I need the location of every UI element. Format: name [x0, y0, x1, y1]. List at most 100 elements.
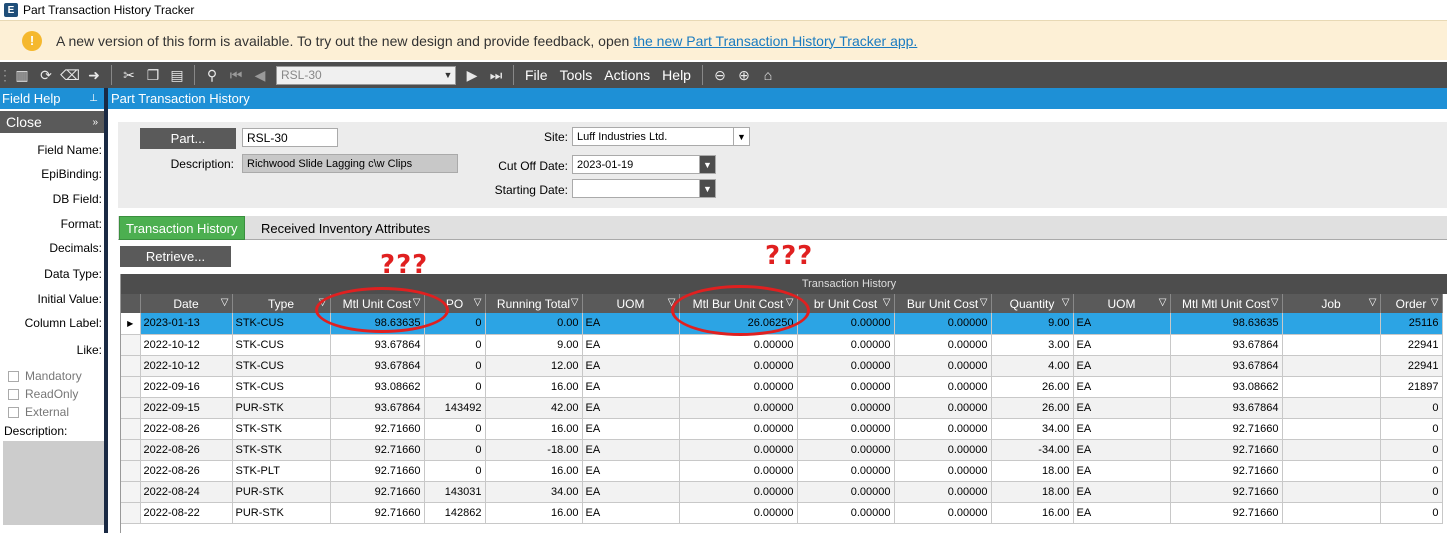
table-cell[interactable]: 0.00000 [679, 460, 798, 482]
column-header[interactable]: Order ▽ [1380, 294, 1443, 313]
table-cell[interactable]: 92.71660 [1170, 418, 1283, 440]
external-checkbox[interactable]: External [8, 405, 69, 419]
table-cell[interactable]: 0.00000 [894, 376, 992, 398]
table-cell[interactable]: 26.00 [991, 376, 1074, 398]
chevron-down-icon[interactable]: ▼ [733, 128, 749, 145]
table-cell[interactable]: 16.00 [485, 418, 583, 440]
table-row[interactable]: 2022-10-12 STK-CUS 93.67864 0 12.00 EA 0.00000… [121, 355, 1443, 377]
copy-icon[interactable]: ❐ [142, 64, 164, 86]
table-cell[interactable]: 16.00 [485, 460, 583, 482]
row-indicator[interactable]: ▶ [121, 313, 141, 335]
table-cell[interactable]: 0.00000 [797, 460, 895, 482]
table-cell[interactable]: EA [582, 502, 680, 524]
table-cell[interactable]: 0.00000 [679, 418, 798, 440]
last-record-icon[interactable]: ⏭ [485, 64, 507, 86]
table-cell[interactable]: 93.67864 [330, 334, 425, 356]
table-cell[interactable]: 92.71660 [330, 439, 425, 461]
table-cell[interactable]: 93.08662 [1170, 376, 1283, 398]
table-cell[interactable]: 42.00 [485, 397, 583, 419]
table-cell[interactable]: 2022-08-26 [140, 439, 233, 461]
table-cell[interactable]: 2022-08-22 [140, 502, 233, 524]
binoculars-icon[interactable]: ⚲ [201, 64, 223, 86]
table-cell[interactable]: -34.00 [991, 439, 1074, 461]
table-cell[interactable]: STK-CUS [232, 355, 331, 377]
table-cell[interactable] [1282, 313, 1381, 335]
previous-record-icon[interactable]: ◀ [249, 64, 271, 86]
table-cell[interactable]: 0.00 [485, 313, 583, 335]
table-row[interactable]: 2022-08-22 PUR-STK 92.71660 142862 16.00 EA 0.… [121, 502, 1443, 524]
table-cell[interactable]: 0 [1380, 481, 1443, 503]
table-cell[interactable]: 92.71660 [1170, 460, 1283, 482]
table-cell[interactable]: 25116 [1380, 313, 1443, 335]
table-cell[interactable]: STK-STK [232, 439, 331, 461]
table-cell[interactable]: 0.00000 [894, 418, 992, 440]
pin-icon[interactable]: ⊥ [89, 93, 98, 104]
table-cell[interactable] [1282, 376, 1381, 398]
table-cell[interactable]: 16.00 [485, 376, 583, 398]
table-cell[interactable]: 0.00000 [797, 355, 895, 377]
table-cell[interactable]: PUR-STK [232, 502, 331, 524]
table-cell[interactable] [1282, 460, 1381, 482]
table-cell[interactable]: 0 [1380, 439, 1443, 461]
table-cell[interactable]: 93.67864 [1170, 355, 1283, 377]
table-row[interactable]: 2022-08-24 PUR-STK 92.71660 143031 34.00 EA 0.… [121, 481, 1443, 503]
menu-file[interactable]: File [525, 67, 548, 83]
column-header[interactable]: Date ▽ [140, 294, 233, 313]
table-cell[interactable]: EA [1073, 460, 1171, 482]
table-cell[interactable] [1282, 502, 1381, 524]
filter-icon[interactable]: ▽ [1271, 297, 1279, 308]
refresh-icon[interactable]: ⟳ [35, 64, 57, 86]
table-cell[interactable]: 93.67864 [330, 355, 425, 377]
table-cell[interactable]: 9.00 [485, 334, 583, 356]
paste-icon[interactable]: ▤ [166, 64, 188, 86]
checkbox-box[interactable] [8, 388, 19, 400]
table-cell[interactable]: 92.71660 [1170, 502, 1283, 524]
filter-icon[interactable]: ▽ [1369, 297, 1377, 308]
table-cell[interactable]: EA [582, 313, 680, 335]
row-indicator[interactable] [121, 397, 141, 419]
table-cell[interactable]: EA [1073, 481, 1171, 503]
table-cell[interactable]: 0 [424, 439, 486, 461]
column-header[interactable]: Mtl Mtl Unit Cost ▽ [1170, 294, 1283, 313]
table-cell[interactable] [1282, 481, 1381, 503]
table-cell[interactable]: 2023-01-13 [140, 313, 233, 335]
table-cell[interactable]: 2022-09-16 [140, 376, 233, 398]
table-cell[interactable]: STK-STK [232, 418, 331, 440]
table-cell[interactable]: 0 [1380, 502, 1443, 524]
table-cell[interactable]: 0.00000 [679, 502, 798, 524]
row-indicator[interactable] [121, 355, 141, 377]
table-cell[interactable] [1282, 355, 1381, 377]
table-cell[interactable]: 0.00000 [894, 502, 992, 524]
table-cell[interactable]: 0.00000 [797, 313, 895, 335]
table-cell[interactable]: 92.71660 [1170, 481, 1283, 503]
table-cell[interactable]: 18.00 [991, 481, 1074, 503]
table-cell[interactable]: 0.00000 [679, 376, 798, 398]
filter-icon[interactable]: ▽ [980, 297, 988, 308]
table-cell[interactable]: 2022-08-26 [140, 418, 233, 440]
table-cell[interactable]: 12.00 [485, 355, 583, 377]
table-cell[interactable]: EA [582, 355, 680, 377]
column-header[interactable]: Bur Unit Cost ▽ [894, 294, 992, 313]
table-cell[interactable]: 142862 [424, 502, 486, 524]
table-cell[interactable]: 0 [1380, 418, 1443, 440]
table-cell[interactable]: 0.00000 [894, 460, 992, 482]
column-header[interactable]: UOM ▽ [1073, 294, 1171, 313]
table-cell[interactable]: 16.00 [991, 502, 1074, 524]
table-cell[interactable]: EA [1073, 355, 1171, 377]
table-cell[interactable]: 21897 [1380, 376, 1443, 398]
table-row[interactable]: 2022-08-26 STK-STK 92.71660 0 -18.00 EA 0.0000… [121, 439, 1443, 461]
table-cell[interactable]: EA [1073, 439, 1171, 461]
first-record-icon[interactable]: ⏮ [225, 64, 247, 86]
table-cell[interactable]: 0 [1380, 397, 1443, 419]
table-cell[interactable]: 0.00000 [797, 418, 895, 440]
table-row[interactable]: 2022-08-26 STK-PLT 92.71660 0 16.00 EA 0.00000… [121, 460, 1443, 482]
table-cell[interactable]: PUR-STK [232, 481, 331, 503]
table-cell[interactable] [1282, 439, 1381, 461]
menu-help[interactable]: Help [662, 67, 691, 83]
chevron-down-icon[interactable]: ▼ [699, 180, 715, 197]
row-indicator[interactable] [121, 439, 141, 461]
table-cell[interactable]: 0.00000 [894, 355, 992, 377]
save-icon[interactable]: ▥ [11, 64, 33, 86]
next-record-icon[interactable]: ▶ [461, 64, 483, 86]
table-cell[interactable]: 9.00 [991, 313, 1074, 335]
